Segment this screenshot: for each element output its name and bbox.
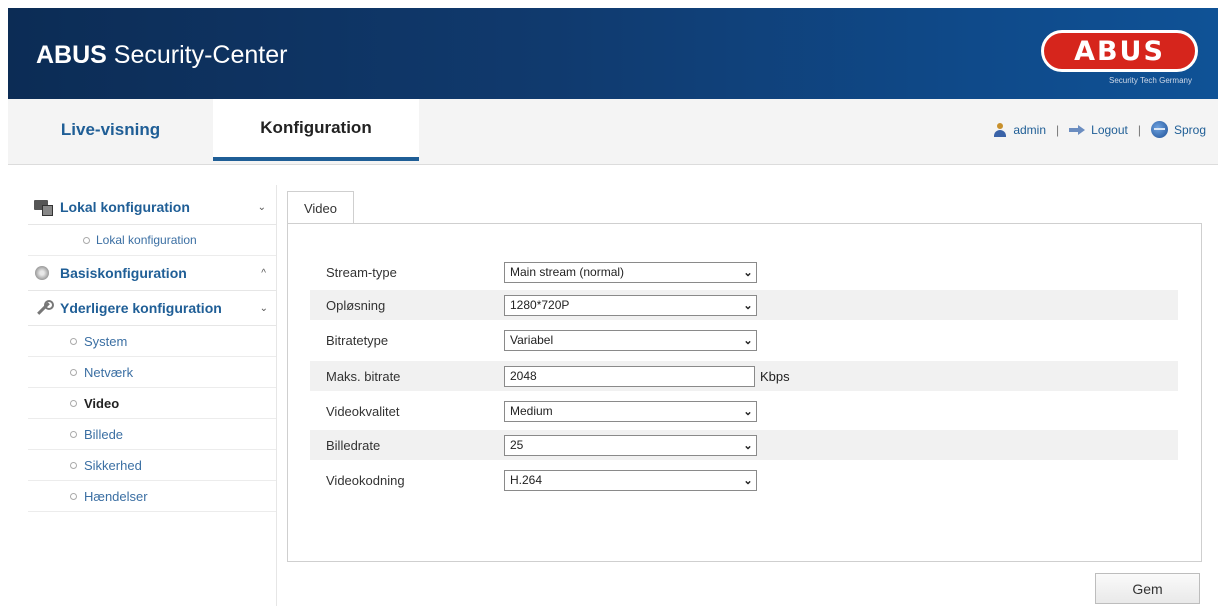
sidebar-group-label: Lokal konfiguration [60,199,190,215]
field-label: Stream-type [326,264,397,280]
wrench-icon [34,300,54,316]
video-encoding-select[interactable]: H.264 ⌄ [504,469,757,491]
top-nav: Live-visning Konfiguration admin | Logou… [8,99,1218,165]
sidebar-group-advanced-config[interactable]: Yderligere konfiguration ⌄ [28,291,276,326]
chevron-down-icon: ⌄ [743,405,753,418]
field-label: Videokvalitet [326,403,400,419]
field-label: Opløsning [326,297,386,313]
chevron-up-icon[interactable]: ^ [261,268,266,279]
form-row-stream-type: Stream-type Main stream (normal) ⌄ [310,257,1178,287]
form-row-video-encoding: Videokodning H.264 ⌄ [310,465,1178,495]
sidebar-group-label: Yderligere konfiguration [60,300,222,316]
select-value: Variabel [510,333,554,347]
logout-icon[interactable] [1069,124,1086,135]
user-name[interactable]: admin [1013,123,1046,137]
logout-link[interactable]: Logout [1091,123,1128,137]
form-row-frame-rate: Billedrate 25 ⌄ [310,430,1178,460]
sidebar-item-local-config[interactable]: Lokal konfiguration [28,225,276,256]
chevron-down-icon: ⌄ [743,334,753,347]
bullet-icon [70,368,77,376]
select-value: Medium [510,404,553,418]
sidebar-item-label: System [84,333,128,349]
sidebar-item-image[interactable]: Billede [28,419,276,450]
sidebar-item-label: Netværk [84,364,134,380]
chevron-down-icon: ⌄ [743,439,753,452]
select-value: Main stream (normal) [510,265,625,279]
sidebar-item-video[interactable]: Video [28,388,276,419]
app-title-brand: ABUS [36,41,107,69]
abus-logo: ABUS Security Tech Germany [1041,30,1198,92]
sidebar-group-local-config[interactable]: Lokal konfiguration ⌄ [28,190,276,225]
resolution-select[interactable]: 1280*720P ⌄ [504,294,757,316]
video-quality-select[interactable]: Medium ⌄ [504,400,757,422]
separator: | [1137,122,1141,137]
tab-video[interactable]: Video [287,191,354,224]
frame-rate-select[interactable]: 25 ⌄ [504,434,757,456]
logo-oval: ABUS [1041,30,1198,72]
separator: | [1056,122,1060,137]
bitrate-type-select[interactable]: Variabel ⌄ [504,329,757,351]
select-value: 1280*720P [510,298,570,312]
app-header: ABUS Security-Center ABUS Security Tech … [8,8,1218,99]
sidebar-item-system[interactable]: System [28,326,276,357]
sidebar-item-label: Sikkerhed [84,457,142,473]
sidebar-item-label: Video [84,395,120,411]
sidebar: Lokal konfiguration ⌄ Lokal konfiguratio… [28,190,276,512]
bullet-icon [70,492,77,500]
logo-wordmark: ABUS [1074,35,1165,67]
bitrate-unit: Kbps [760,368,790,384]
sidebar-item-network[interactable]: Netværk [28,357,276,388]
field-label: Billedrate [326,437,381,453]
field-label: Bitratetype [326,332,389,348]
monitor-icon [34,199,53,216]
sidebar-group-basic-config[interactable]: Basiskonfiguration ^ [28,256,276,291]
sidebar-group-label: Basiskonfiguration [60,265,187,281]
select-value: H.264 [510,473,543,487]
field-label: Videokodning [326,472,405,488]
video-settings-panel: Stream-type Main stream (normal) ⌄ Opløs… [287,223,1202,562]
select-value: 25 [510,438,524,452]
language-link[interactable]: Sprog [1174,123,1206,137]
globe-icon[interactable] [1150,121,1168,138]
bullet-icon [70,337,77,345]
tab-configuration[interactable]: Konfiguration [213,99,419,161]
chevron-down-icon[interactable]: ⌄ [260,303,268,314]
field-label: Maks. bitrate [326,368,401,384]
form-row-resolution: Opløsning 1280*720P ⌄ [310,290,1178,320]
chevron-down-icon[interactable]: ⌄ [258,202,266,213]
user-icon [993,122,1007,137]
chevron-down-icon: ⌄ [743,299,753,312]
disc-icon [34,265,52,281]
form-row-max-bitrate: Maks. bitrate Kbps [310,361,1178,391]
form-row-bitrate-type: Bitratetype Variabel ⌄ [310,325,1178,355]
max-bitrate-input[interactable] [504,365,755,387]
sidebar-item-label: Billede [84,426,124,442]
tab-live-view[interactable]: Live-visning [8,99,213,161]
save-button[interactable]: Gem [1095,573,1200,604]
sidebar-item-events[interactable]: Hændelser [28,481,276,512]
sidebar-item-label: Lokal konfiguration [96,233,197,247]
bullet-icon [83,236,90,244]
user-area: admin | Logout | Sprog [993,121,1206,138]
chevron-down-icon: ⌄ [743,474,753,487]
sidebar-item-label: Hændelser [84,488,148,504]
stream-type-select[interactable]: Main stream (normal) ⌄ [504,261,757,283]
app-title: ABUS Security-Center [36,41,287,70]
chevron-down-icon: ⌄ [743,266,753,279]
sidebar-item-security[interactable]: Sikkerhed [28,450,276,481]
bullet-icon [70,430,77,438]
form-row-video-quality: Videokvalitet Medium ⌄ [310,396,1178,426]
bullet-icon [70,461,77,469]
logo-tagline: Security Tech Germany [1109,76,1192,85]
sidebar-divider [276,185,277,606]
app-title-name: Security-Center [113,41,288,69]
bullet-icon [70,399,77,407]
